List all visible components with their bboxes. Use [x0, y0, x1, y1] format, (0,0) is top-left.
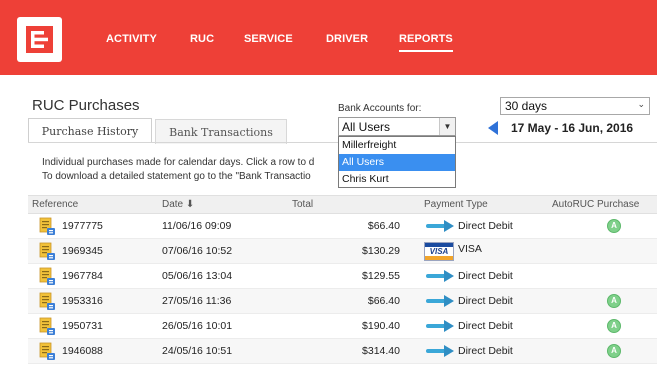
cell-reference: 1953316: [62, 295, 103, 307]
period-selected: 30 days: [505, 99, 548, 113]
visa-card-icon: VISA: [424, 242, 454, 261]
table-row[interactable]: 1950731 26/05/16 10:01 $190.40 Direct Debit…: [28, 314, 657, 339]
bank-accounts-dropdown: Millerfreight All Users Chris Kurt: [338, 136, 456, 188]
cell-date: 24/05/16 10:51: [162, 345, 233, 357]
column-reference[interactable]: Reference: [32, 199, 78, 210]
cell-total: $66.40: [367, 295, 400, 307]
bank-accounts-select[interactable]: All Users ▼: [338, 117, 456, 136]
cell-date: 27/05/16 11:36: [162, 295, 232, 307]
logo-mark-icon: [26, 26, 53, 53]
autoruc-icon: A: [607, 344, 621, 358]
receipt-document-icon: [39, 242, 55, 260]
receipt-document-icon: [39, 217, 55, 235]
cell-reference: 1946088: [62, 345, 103, 357]
cell-reference: 1977775: [62, 220, 103, 232]
cell-total: $66.40: [367, 220, 400, 232]
cell-total: $130.29: [362, 245, 400, 257]
page-title: RUC Purchases: [32, 97, 140, 114]
nav-driver[interactable]: DRIVER: [326, 33, 368, 45]
bank-accounts-label: Bank Accounts for:: [338, 103, 422, 114]
arrow-right-icon: [426, 345, 454, 357]
table-row[interactable]: 1977775 11/06/16 09:09 $66.40 Direct Debit A: [28, 214, 657, 239]
tab-bank-transactions[interactable]: Bank Transactions: [155, 119, 287, 144]
receipt-document-icon: [39, 292, 55, 310]
period-select[interactable]: 30 days ⌄: [500, 97, 650, 115]
arrow-right-icon: [426, 220, 454, 232]
cell-payment-type: Direct Debit: [458, 295, 513, 307]
cell-total: $314.40: [362, 345, 400, 357]
nav-service[interactable]: SERVICE: [244, 33, 293, 45]
cell-total: $190.40: [362, 320, 400, 332]
cell-reference: 1967784: [62, 270, 103, 282]
receipt-document-icon: [39, 317, 55, 335]
info-text-line-2: To download a detailed statement go to t…: [42, 171, 311, 182]
info-text-line-1: Individual purchases made for calendar d…: [42, 157, 315, 168]
top-nav-bar: ACTIVITY RUC SERVICE DRIVER REPORTS: [0, 0, 657, 75]
cell-date: 07/06/16 10:52: [162, 245, 233, 257]
autoruc-icon: A: [607, 219, 621, 233]
date-range: 17 May - 16 Jun, 2016: [511, 121, 634, 135]
cell-date: 05/06/16 13:04: [162, 270, 233, 282]
arrow-right-icon: [426, 295, 454, 307]
bank-accounts-selected: All Users: [342, 120, 391, 134]
table-row[interactable]: 1967784 05/06/16 13:04 $129.55 Direct Debit: [28, 264, 657, 289]
cell-total: $129.55: [362, 270, 400, 282]
arrow-right-icon: [426, 270, 454, 282]
receipt-document-icon: [39, 267, 55, 285]
dropdown-option-all-users[interactable]: All Users: [339, 154, 455, 171]
table-row[interactable]: 1953316 27/05/16 11:36 $66.40 Direct Debit A: [28, 289, 657, 314]
cell-date: 26/05/16 10:01: [162, 320, 233, 332]
column-total[interactable]: Total: [292, 199, 313, 210]
column-autoruc-purchase[interactable]: AutoRUC Purchase: [552, 199, 639, 210]
previous-period-icon[interactable]: [488, 121, 498, 135]
table-header: Reference Date ⬇ Total Payment Type Auto…: [28, 195, 657, 214]
cell-payment-type: Direct Debit: [458, 345, 513, 357]
nav-ruc[interactable]: RUC: [190, 33, 214, 45]
chevron-down-icon[interactable]: ▼: [439, 118, 455, 135]
cell-reference: 1969345: [62, 245, 103, 257]
arrow-right-icon: [426, 320, 454, 332]
cell-date: 11/06/16 09:09: [162, 220, 232, 232]
cell-payment-type: VISA: [458, 243, 482, 255]
tab-purchase-history[interactable]: Purchase History: [28, 118, 152, 143]
cell-reference: 1950731: [62, 320, 103, 332]
receipt-document-icon: [39, 342, 55, 360]
dropdown-option-millerfreight[interactable]: Millerfreight: [339, 137, 455, 154]
nav-reports[interactable]: REPORTS: [399, 33, 453, 52]
autoruc-icon: A: [607, 294, 621, 308]
table-row[interactable]: 1969345 07/06/16 10:52 $130.29 VISA VISA: [28, 239, 657, 264]
cell-payment-type: Direct Debit: [458, 320, 513, 332]
autoruc-icon: A: [607, 319, 621, 333]
column-payment-type[interactable]: Payment Type: [424, 199, 488, 210]
app-logo[interactable]: [17, 17, 62, 62]
chevron-down-icon[interactable]: ⌄: [637, 99, 645, 110]
dropdown-option-chris-kurt[interactable]: Chris Kurt: [339, 171, 455, 188]
column-date[interactable]: Date ⬇: [162, 199, 194, 210]
table-row[interactable]: 1946088 24/05/16 10:51 $314.40 Direct Debit…: [28, 339, 657, 364]
cell-payment-type: Direct Debit: [458, 270, 513, 282]
nav-activity[interactable]: ACTIVITY: [106, 33, 157, 45]
cell-payment-type: Direct Debit: [458, 220, 513, 232]
